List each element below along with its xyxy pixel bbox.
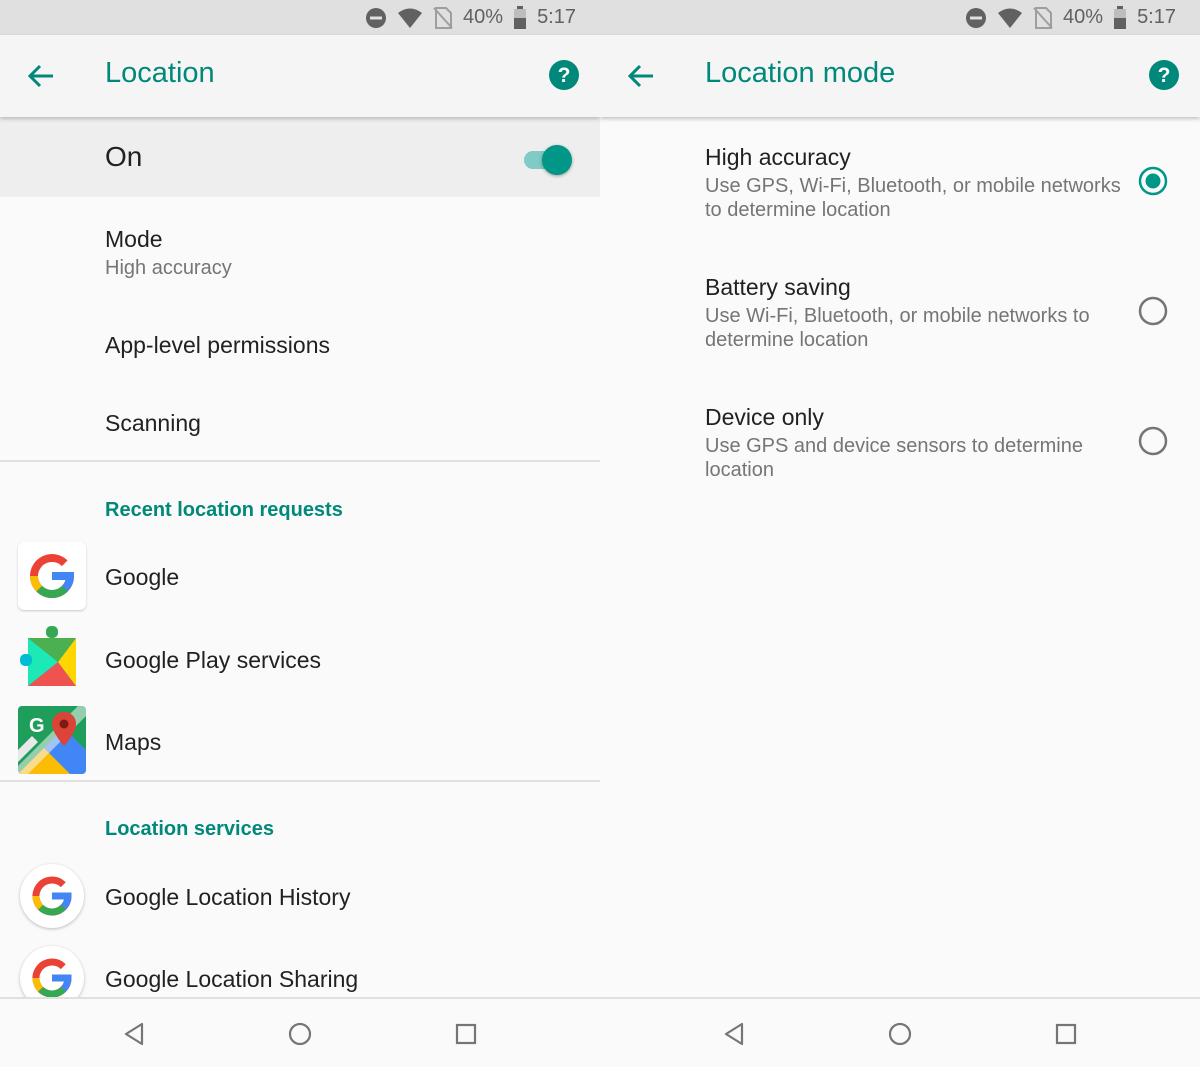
option-description: Use GPS and device sensors to determine … bbox=[705, 435, 1083, 481]
recent-app-name: Maps bbox=[105, 729, 162, 755]
help-icon[interactable]: ? bbox=[548, 59, 580, 91]
app-bar: Location mode ? bbox=[600, 35, 1200, 117]
svg-text:?: ? bbox=[1158, 64, 1171, 87]
location-toggle-switch[interactable] bbox=[522, 143, 574, 175]
location-services-header: Location services bbox=[105, 818, 274, 840]
status-bar: 40% 5:17 bbox=[0, 0, 600, 35]
service-name: Google Location History bbox=[105, 884, 351, 910]
svg-text:G: G bbox=[29, 715, 45, 737]
recent-app-name: Google Play services bbox=[105, 647, 322, 673]
recent-app-play-services[interactable]: Google Play services bbox=[0, 622, 600, 696]
radio-button-selected[interactable] bbox=[1138, 166, 1168, 196]
wifi-icon bbox=[997, 7, 1023, 29]
service-name: Google Location Sharing bbox=[105, 966, 359, 992]
option-title: Device only bbox=[705, 404, 824, 430]
google-g-icon bbox=[20, 946, 84, 998]
wifi-icon bbox=[397, 7, 423, 29]
recents-square-icon[interactable] bbox=[1051, 1019, 1081, 1049]
do-not-disturb-icon bbox=[965, 7, 987, 29]
radio-button[interactable] bbox=[1138, 426, 1168, 456]
divider bbox=[0, 460, 600, 462]
app-level-permissions-row[interactable]: App-level permissions bbox=[0, 302, 600, 382]
google-g-icon bbox=[20, 864, 84, 928]
option-title: High accuracy bbox=[705, 144, 851, 170]
mode-row[interactable]: Mode High accuracy bbox=[0, 198, 600, 296]
option-description: Use Wi-Fi, Bluetooth, or mobile networks… bbox=[705, 305, 1090, 351]
option-description: Use GPS, Wi-Fi, Bluetooth, or mobile net… bbox=[705, 175, 1121, 221]
option-title: Battery saving bbox=[705, 274, 851, 300]
battery-percent: 40% bbox=[463, 6, 504, 28]
play-services-icon bbox=[18, 624, 86, 692]
navigation-bar bbox=[0, 997, 600, 1067]
radio-button[interactable] bbox=[1138, 296, 1168, 326]
back-arrow-icon[interactable] bbox=[624, 59, 658, 93]
master-switch-label: On bbox=[105, 141, 143, 172]
mode-summary: High accuracy bbox=[105, 257, 232, 279]
page-title: Location bbox=[105, 57, 215, 89]
battery-icon bbox=[1113, 5, 1127, 30]
navigation-bar bbox=[600, 997, 1200, 1067]
do-not-disturb-icon bbox=[365, 7, 387, 29]
scanning-label: Scanning bbox=[105, 410, 201, 436]
mode-option-high-accuracy[interactable]: High accuracy Use GPS, Wi-Fi, Bluetooth,… bbox=[600, 130, 1200, 250]
location-mode-screen: 40% 5:17 Location mode ? High accuracy U… bbox=[600, 0, 1200, 1067]
service-location-sharing[interactable]: Google Location Sharing bbox=[0, 942, 600, 998]
app-bar: Location ? bbox=[0, 35, 600, 117]
page-title: Location mode bbox=[705, 57, 896, 89]
recent-location-requests-header: Recent location requests bbox=[105, 499, 343, 521]
no-sim-icon bbox=[433, 6, 453, 30]
mode-title: Mode bbox=[105, 226, 163, 252]
google-g-icon bbox=[18, 542, 86, 610]
back-triangle-icon[interactable] bbox=[120, 1019, 150, 1049]
location-settings-screen: 40% 5:17 Location ? On Mode High accurac… bbox=[0, 0, 600, 1067]
svg-text:?: ? bbox=[558, 64, 571, 87]
maps-icon: G bbox=[18, 706, 86, 774]
recent-app-name: Google bbox=[105, 564, 180, 590]
divider bbox=[0, 780, 600, 782]
home-circle-icon[interactable] bbox=[285, 1019, 315, 1049]
no-sim-icon bbox=[1033, 6, 1053, 30]
service-location-history[interactable]: Google Location History bbox=[0, 860, 600, 934]
mode-option-battery-saving[interactable]: Battery saving Use Wi-Fi, Bluetooth, or … bbox=[600, 260, 1200, 380]
back-triangle-icon[interactable] bbox=[720, 1019, 750, 1049]
app-level-permissions-label: App-level permissions bbox=[105, 332, 330, 358]
clock: 5:17 bbox=[1137, 6, 1176, 28]
mode-option-device-only[interactable]: Device only Use GPS and device sensors t… bbox=[600, 390, 1200, 510]
status-bar: 40% 5:17 bbox=[600, 0, 1200, 35]
clock: 5:17 bbox=[537, 6, 576, 28]
recent-app-maps[interactable]: G Maps bbox=[0, 704, 600, 778]
recents-square-icon[interactable] bbox=[451, 1019, 481, 1049]
scanning-row[interactable]: Scanning bbox=[0, 382, 600, 460]
location-master-switch-row[interactable]: On bbox=[0, 117, 600, 197]
battery-icon bbox=[513, 5, 527, 30]
recent-app-google[interactable]: Google bbox=[0, 540, 600, 614]
switch-thumb bbox=[542, 145, 572, 175]
home-circle-icon[interactable] bbox=[885, 1019, 915, 1049]
battery-percent: 40% bbox=[1063, 6, 1104, 28]
help-icon[interactable]: ? bbox=[1148, 59, 1180, 91]
back-arrow-icon[interactable] bbox=[24, 59, 58, 93]
